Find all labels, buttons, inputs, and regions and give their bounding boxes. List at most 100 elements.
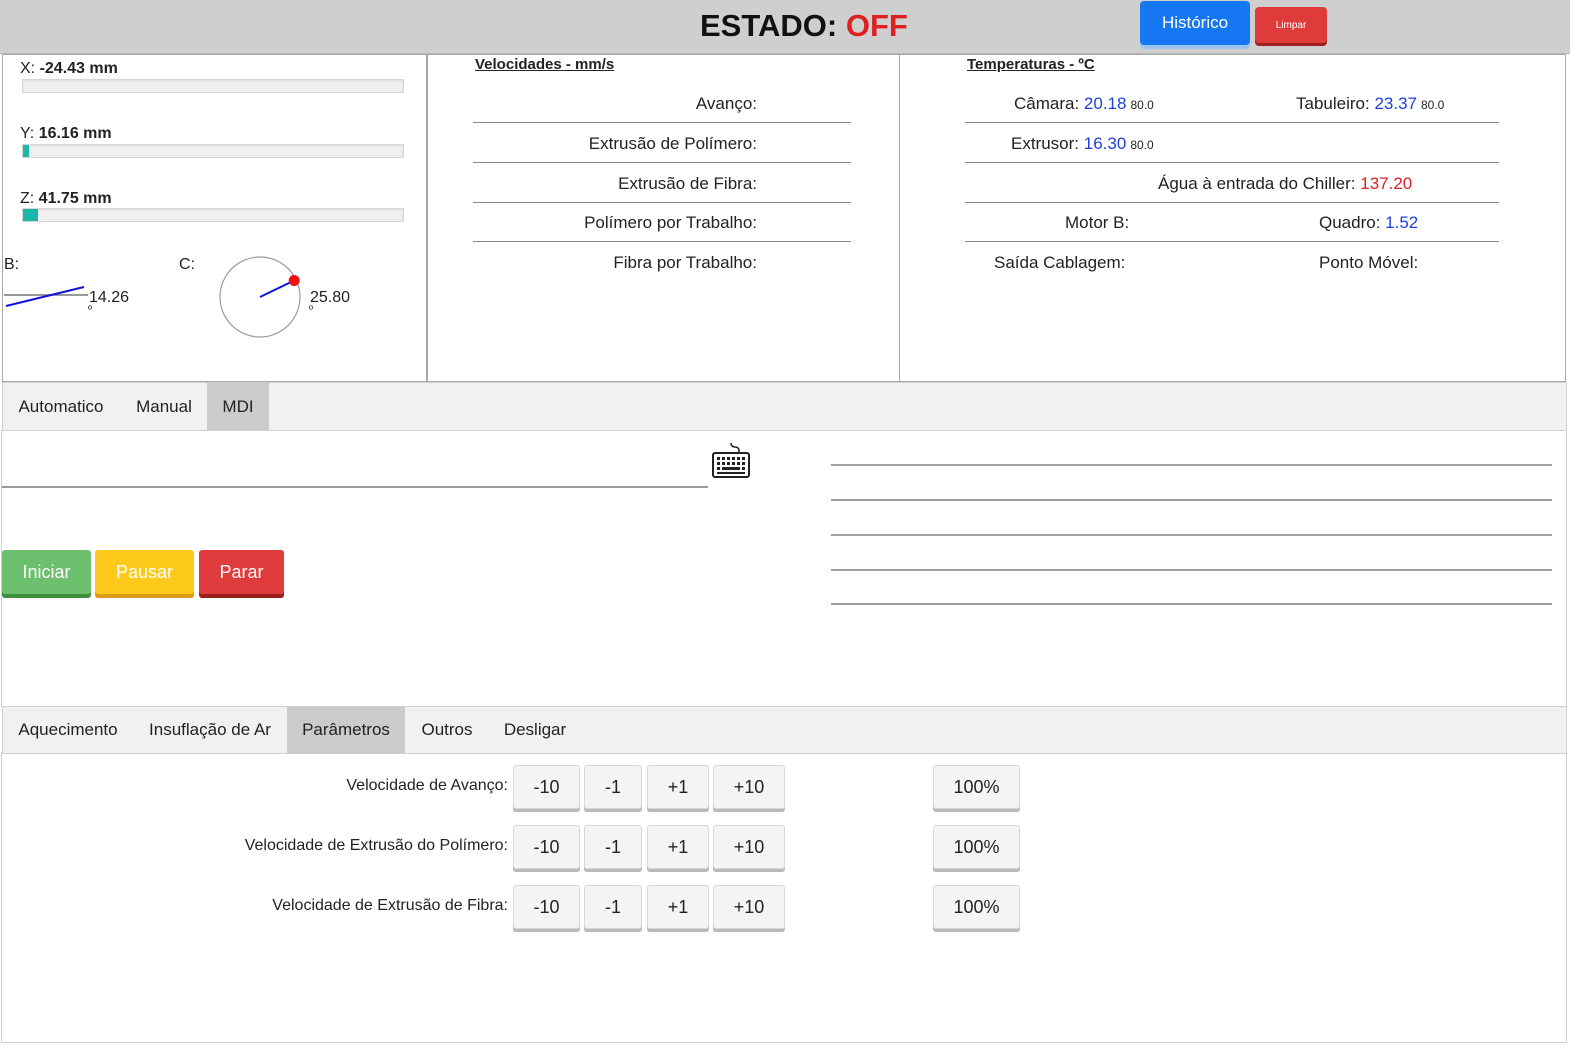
bottom-tabbar: Aquecimento Insuflação de Ar Parâmetros … <box>2 706 1567 754</box>
temperaturas-title: Temperaturas - ºC <box>967 56 1095 73</box>
axis-x-label: X: <box>20 60 36 77</box>
temp-saida-label: Saída Cablagem: <box>994 253 1126 272</box>
param-polimero-minus10-button[interactable]: -10 <box>513 825 580 869</box>
mdi-log-line <box>831 569 1552 571</box>
axis-c-label: C: <box>179 256 195 273</box>
historico-button[interactable]: Histórico <box>1140 1 1250 45</box>
param-avanco-reset-button[interactable]: 100% <box>933 765 1020 809</box>
axis-c-needle <box>259 279 295 298</box>
axis-y-label: Y: <box>20 125 35 142</box>
iniciar-button[interactable]: Iniciar <box>2 550 91 594</box>
temp-camara: Câmara: 20.18 80.0 <box>1014 94 1154 114</box>
mdi-log-line <box>831 464 1552 466</box>
estado-value: OFF <box>845 8 908 43</box>
tab-parametros[interactable]: Parâmetros <box>287 707 405 753</box>
axis-b-label: B: <box>4 256 20 273</box>
temp-extrusor-setpoint: 80.0 <box>1130 138 1154 152</box>
temp-quadro-label: Quadro: <box>1319 213 1381 232</box>
axis-x-bar <box>22 79 404 93</box>
param-polimero-reset-button[interactable]: 100% <box>933 825 1020 869</box>
temp-ponto-label: Ponto Móvel: <box>1319 253 1419 272</box>
param-fibra-minus10-button[interactable]: -10 <box>513 885 580 929</box>
machine-state: ESTADO: OFF <box>700 8 908 44</box>
param-fibra-label: Velocidade de Extrusão de Fibra: <box>272 897 508 914</box>
vel-fibra-trabalho-label: Fibra por Trabalho: <box>613 253 757 272</box>
temp-quadro-value: 1.52 <box>1385 213 1419 232</box>
temp-ponto-movel: Ponto Móvel: <box>1319 253 1418 273</box>
temp-saida-cablagem: Saída Cablagem: <box>994 253 1125 273</box>
mdi-log-line <box>831 603 1552 605</box>
mdi-log-line <box>831 499 1552 501</box>
estado-label: ESTADO: <box>700 8 838 43</box>
tab-aquecimento[interactable]: Aquecimento <box>3 707 133 753</box>
temp-camara-label: Câmara: <box>1014 94 1080 113</box>
mode-tabbar: Automatico Manual MDI <box>2 382 1567 431</box>
param-polimero-plus10-button[interactable]: +10 <box>713 825 785 869</box>
param-fibra-plus1-button[interactable]: +1 <box>647 885 709 929</box>
axis-y-fill <box>23 145 29 157</box>
param-fibra-reset-button[interactable]: 100% <box>933 885 1020 929</box>
vel-polimero-trabalho-label: Polímero por Trabalho: <box>584 213 757 232</box>
mdi-input[interactable] <box>2 486 708 488</box>
axis-y-readout: Y: 16.16 mm <box>20 125 112 143</box>
temp-agua-value: 137.20 <box>1360 174 1413 193</box>
param-polimero-label: Velocidade de Extrusão do Polímero: <box>244 837 508 854</box>
param-polimero-plus1-button[interactable]: +1 <box>647 825 709 869</box>
limpar-button[interactable]: Limpar <box>1255 7 1327 43</box>
mdi-log-line <box>831 534 1552 536</box>
param-fibra-minus1-button[interactable]: -1 <box>584 885 642 929</box>
param-avanco-minus1-button[interactable]: -1 <box>584 765 642 809</box>
tab-insuflacao-ar[interactable]: Insuflação de Ar <box>133 707 287 753</box>
axis-c-marker <box>288 275 300 286</box>
axis-y-value: 16.16 mm <box>38 125 112 142</box>
param-avanco-minus10-button[interactable]: -10 <box>513 765 580 809</box>
pausar-button[interactable]: Pausar <box>95 550 194 594</box>
temp-extrusor: Extrusor: 16.30 80.0 <box>1011 134 1154 154</box>
axis-z-fill <box>23 209 39 221</box>
axis-z-value: 41.75 mm <box>38 190 112 207</box>
vel-row <box>473 83 851 123</box>
axis-z-label: Z: <box>20 190 35 207</box>
velocidades-title: Velocidades - mm/s <box>475 56 615 73</box>
axis-z-readout: Z: 41.75 mm <box>20 190 112 208</box>
vel-extrusao-fibra-label: Extrusão de Fibra: <box>618 174 757 193</box>
axis-x-value: -24.43 mm <box>39 60 118 77</box>
axis-z-bar <box>22 208 404 222</box>
vel-extrusao-polimero-label: Extrusão de Polímero: <box>588 134 757 153</box>
axis-x-readout: X: -24.43 mm <box>20 60 118 78</box>
axis-b-unit: º <box>88 304 93 316</box>
axis-b-needle <box>5 286 85 307</box>
tab-outros[interactable]: Outros <box>407 707 487 753</box>
param-avanco-plus1-button[interactable]: +1 <box>647 765 709 809</box>
temp-tabuleiro-value: 23.37 <box>1374 94 1417 113</box>
tab-manual[interactable]: Manual <box>121 383 207 430</box>
tab-mdi[interactable]: MDI <box>207 383 269 430</box>
temp-extrusor-value: 16.30 <box>1083 134 1127 153</box>
axis-c-dial <box>219 256 301 338</box>
keyboard-icon[interactable] <box>711 441 751 479</box>
temp-agua-label: Água à entrada do Chiller: <box>1158 174 1356 193</box>
temp-agua: Água à entrada do Chiller: 137.20 <box>1158 174 1412 194</box>
temp-quadro: Quadro: 1.52 <box>1319 213 1418 233</box>
param-polimero-minus1-button[interactable]: -1 <box>584 825 642 869</box>
axis-c-value: 25.80 <box>310 289 351 306</box>
tab-desligar[interactable]: Desligar <box>487 707 583 753</box>
temp-tabuleiro: Tabuleiro: 23.37 80.0 <box>1296 94 1444 114</box>
parar-button[interactable]: Parar <box>199 550 284 594</box>
tab-automatico[interactable]: Automatico <box>3 383 119 430</box>
param-avanco-plus10-button[interactable]: +10 <box>713 765 785 809</box>
param-fibra-plus10-button[interactable]: +10 <box>713 885 785 929</box>
param-avanco-label: Velocidade de Avanço: <box>346 777 508 794</box>
temp-tabuleiro-label: Tabuleiro: <box>1296 94 1370 113</box>
temp-camara-setpoint: 80.0 <box>1130 98 1154 112</box>
axis-b-value: 14.26 <box>89 289 130 306</box>
temp-camara-value: 20.18 <box>1083 94 1127 113</box>
temp-tabuleiro-setpoint: 80.0 <box>1421 98 1445 112</box>
axis-y-bar <box>22 144 404 158</box>
temp-motor-b: Motor B: <box>1065 213 1129 233</box>
temp-row <box>965 202 1499 242</box>
axis-c-unit: º <box>309 304 314 316</box>
axis-b-indicator <box>4 286 88 307</box>
temp-extrusor-label: Extrusor: <box>1011 134 1080 153</box>
vel-avanco-label: Avanço: <box>695 94 757 113</box>
